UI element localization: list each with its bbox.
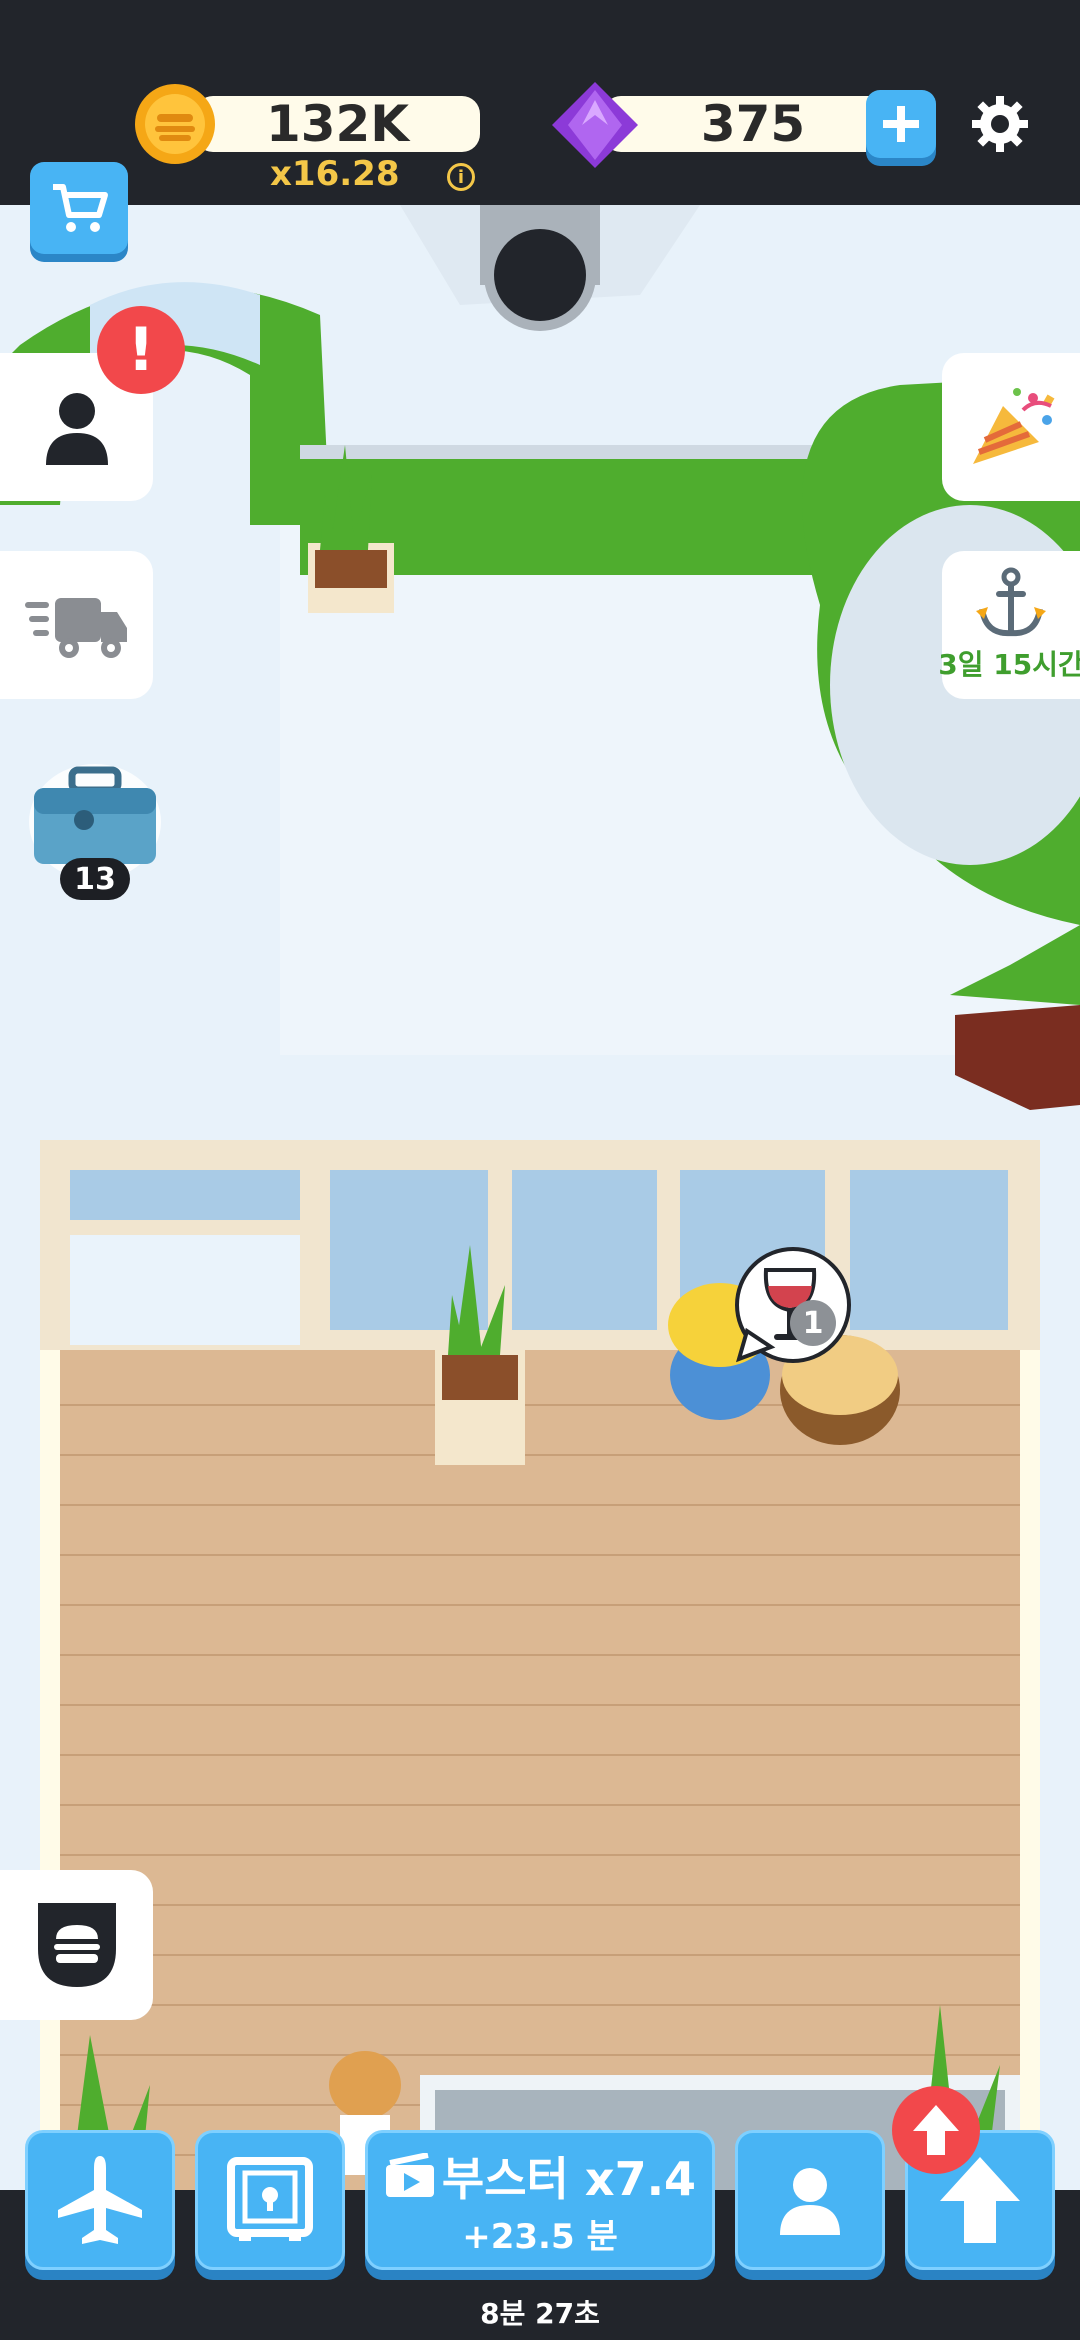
scene-art [0,205,1080,2190]
safe-icon [227,2157,313,2241]
toolbox-count-badge: 13 [60,858,130,900]
coin-amount: 132K [265,95,410,153]
booster-timer: 8분 27초 [480,2297,600,2330]
video-ad-icon [385,2152,434,2197]
arrow-up-icon [913,2105,959,2155]
add-gems-button[interactable] [866,90,936,158]
order-count-badge: 1 [790,1300,836,1346]
game-scene [0,205,1080,2190]
shop-button[interactable] [30,162,128,254]
booster-sub: +23.5 분 [462,2216,618,2257]
booster-button[interactable]: 부스터 x7.4 +23.5 분 [365,2130,715,2270]
party-popper-icon [973,388,1055,464]
truck-icon [24,598,127,658]
burger-icon [37,1903,116,1987]
delivery-button[interactable] [0,551,153,699]
anchor-event-timer: 3일 15시간 [938,648,1080,681]
menu-button[interactable] [0,1870,153,2020]
income-multiplier: x16.28 [270,154,400,194]
gem-counter[interactable]: 375 [603,95,903,153]
gem-amount: 375 [700,95,806,153]
gem-icon [550,80,640,170]
settings-button[interactable] [968,92,1032,156]
travel-button[interactable] [25,2130,175,2270]
plus-icon [883,106,919,142]
manager-button[interactable] [735,2130,885,2270]
staff-alert-badge: ! [97,306,185,394]
coin-counter[interactable]: 132K [195,95,480,153]
upgrade-alert-badge [892,2086,980,2174]
anchor-event-button[interactable]: 3일 15시간 [938,551,1080,699]
anchor-icon [976,567,1046,637]
event-button[interactable] [942,353,1080,501]
person-icon [780,2168,840,2235]
booster-label: 부스터 x7.4 [441,2151,697,2206]
person-icon [45,393,108,465]
gear-icon [972,96,1028,152]
vault-button[interactable] [195,2130,345,2270]
cart-icon [53,184,108,232]
info-icon[interactable]: i [447,163,475,191]
coin-icon [133,82,217,166]
airplane-icon [58,2156,142,2244]
